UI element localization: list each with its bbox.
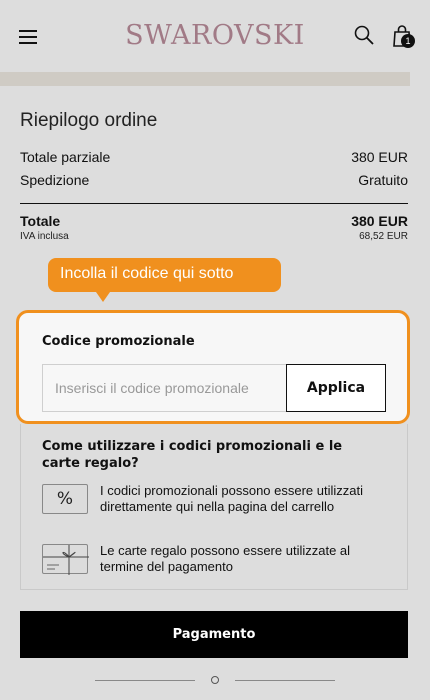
search-icon[interactable]: [354, 25, 374, 45]
order-summary-title: Riepilogo ordine: [20, 110, 158, 131]
footer-divider-left: [95, 680, 195, 681]
gift-card-graphic: [43, 545, 89, 575]
vat-label: IVA inclusa: [20, 231, 69, 242]
tooltip-arrow: [96, 292, 110, 302]
cart-count-badge: 1: [401, 34, 415, 48]
subtotal-value: 380 EUR: [351, 149, 408, 165]
total-label: Totale: [20, 213, 61, 229]
gift-card-icon: [42, 544, 89, 575]
vat-value: 68,52 EUR: [359, 231, 408, 242]
footer-dot: [211, 676, 219, 684]
total-value: 380 EUR: [351, 213, 408, 229]
vat-row: IVA inclusa 68,52 EUR: [20, 231, 408, 242]
shipping-row: Spedizione Gratuito: [20, 172, 408, 188]
apply-button[interactable]: Applica: [286, 364, 386, 412]
percent-icon: %: [42, 484, 88, 514]
paste-code-tooltip: Incolla il codice qui sotto: [48, 258, 281, 292]
subtotal-row: Totale parziale 380 EUR: [20, 149, 408, 165]
banner-strip: [0, 72, 410, 86]
promo-code-label: Codice promozionale: [42, 334, 195, 349]
gift-card-info-text: Le carte regalo possono essere utilizzat…: [100, 543, 351, 574]
payment-button[interactable]: Pagamento: [20, 611, 408, 658]
footer-divider-right: [235, 680, 335, 681]
subtotal-label: Totale parziale: [20, 149, 111, 165]
promo-code-input[interactable]: [42, 364, 286, 412]
shipping-label: Spedizione: [20, 172, 90, 188]
shipping-value: Gratuito: [358, 172, 408, 188]
promo-info-title: Come utilizzare i codici promozionali e …: [42, 439, 343, 471]
site-header: SWAROVSKI 1: [0, 0, 430, 72]
summary-divider: [20, 203, 408, 204]
total-row: Totale 380 EUR: [20, 213, 408, 229]
promo-info-text: I codici promozionali possono essere uti…: [100, 483, 364, 514]
